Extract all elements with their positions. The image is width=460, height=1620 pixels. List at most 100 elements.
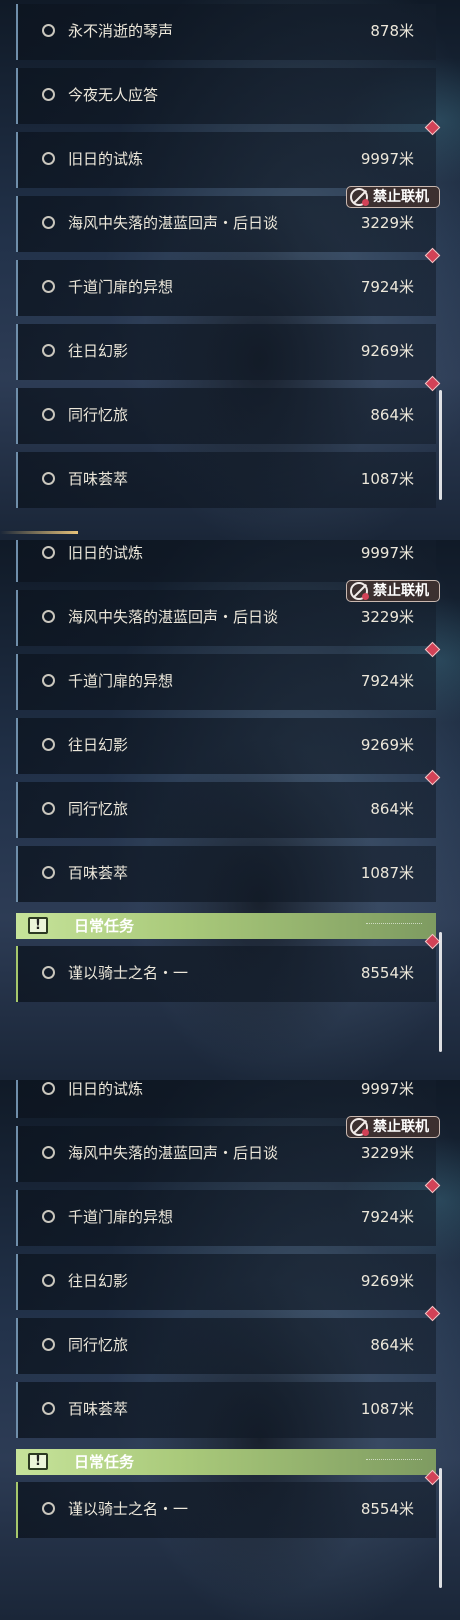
- quest-distance: 3229米: [360, 1144, 414, 1162]
- no-multiplayer-badge: 禁止联机: [346, 186, 440, 208]
- circle-icon: [42, 280, 55, 293]
- badge-label: 禁止联机: [373, 583, 429, 599]
- daily-quest-header[interactable]: ! 日常任务: [16, 913, 436, 939]
- quest-name: 往日幻影: [68, 342, 129, 360]
- quest-row[interactable]: 旧日的试炼 9997米: [16, 540, 436, 582]
- circle-icon: [42, 546, 55, 559]
- quest-name: 百味荟萃: [68, 1400, 129, 1418]
- circle-icon: [42, 802, 55, 815]
- selection-accent: [0, 531, 78, 534]
- quest-row[interactable]: 百味荟萃 1087米: [16, 1382, 436, 1438]
- quest-distance: 1087米: [360, 864, 414, 882]
- quest-row[interactable]: 千道门扉的异想 7924米: [16, 247, 441, 316]
- quest-distance: 9997米: [360, 544, 414, 562]
- circle-icon: [42, 1082, 55, 1095]
- quest-row[interactable]: 海风中失落的湛蓝回声・后日谈 3229米 禁止联机: [16, 580, 440, 646]
- quest-name: 旧日的试炼: [68, 1080, 144, 1098]
- quest-distance: 9997米: [360, 150, 414, 168]
- circle-icon: [42, 966, 55, 979]
- quest-name: 同行忆旅: [68, 1336, 129, 1354]
- quest-panel-1: 永不消逝的琴声 878米 今夜无人应答 旧日的试炼 9997米 海风中失落的湛蓝…: [0, 0, 460, 540]
- scrollbar[interactable]: [439, 1468, 442, 1588]
- circle-icon: [42, 1210, 55, 1223]
- quest-name: 同行忆旅: [68, 406, 129, 424]
- quest-distance: 8554米: [360, 1500, 414, 1518]
- quest-distance: 9269米: [360, 342, 414, 360]
- section-title: 日常任务: [74, 917, 135, 935]
- circle-icon: [42, 216, 55, 229]
- quest-distance: 3229米: [360, 214, 414, 232]
- quest-row[interactable]: 旧日的试炼 9997米: [16, 119, 441, 188]
- quest-name: 谨以骑士之名・一: [68, 1500, 189, 1518]
- quest-distance: 7924米: [360, 1208, 414, 1226]
- quest-name: 旧日的试炼: [68, 150, 144, 168]
- quest-distance: 878米: [370, 22, 414, 40]
- section-title: 日常任务: [74, 1453, 135, 1471]
- quest-name: 百味荟萃: [68, 864, 129, 882]
- quest-name: 海风中失落的湛蓝回声・后日谈: [68, 1144, 279, 1162]
- quest-row[interactable]: 往日幻影 9269米: [16, 324, 436, 380]
- quest-name: 同行忆旅: [68, 800, 129, 818]
- circle-icon: [42, 152, 55, 165]
- scrollbar[interactable]: [439, 390, 442, 500]
- badge-label: 禁止联机: [373, 1119, 429, 1135]
- quest-row[interactable]: 百味荟萃 1087米: [16, 452, 436, 508]
- daily-quest-row[interactable]: 谨以骑士之名・一 8554米: [16, 1469, 441, 1538]
- quest-name: 千道门扉的异想: [68, 672, 174, 690]
- quest-distance: 864米: [370, 1336, 414, 1354]
- circle-icon: [42, 1338, 55, 1351]
- header-decoration: [366, 923, 422, 928]
- quest-panel-3: 旧日的试炼 9997米 海风中失落的湛蓝回声・后日谈 3229米 禁止联机 千道…: [0, 1080, 460, 1620]
- circle-icon: [42, 24, 55, 37]
- quest-distance: 9269米: [360, 736, 414, 754]
- quest-row[interactable]: 往日幻影 9269米: [16, 718, 436, 774]
- circle-icon: [42, 408, 55, 421]
- quest-row[interactable]: 旧日的试炼 9997米: [16, 1080, 436, 1118]
- alert-dot-icon: [362, 593, 369, 600]
- quest-row[interactable]: 同行忆旅 864米: [16, 375, 441, 444]
- quest-row[interactable]: 今夜无人应答: [16, 68, 436, 124]
- quest-name: 千道门扉的异想: [68, 1208, 174, 1226]
- header-decoration: [366, 1459, 422, 1464]
- quest-row[interactable]: 千道门扉的异想 7924米: [16, 641, 441, 710]
- quest-name: 往日幻影: [68, 736, 129, 754]
- circle-icon: [42, 866, 55, 879]
- quest-row[interactable]: 百味荟萃 1087米: [16, 846, 436, 902]
- circle-icon: [42, 1274, 55, 1287]
- quest-name: 千道门扉的异想: [68, 278, 174, 296]
- quest-row[interactable]: 海风中失落的湛蓝回声・后日谈 3229米 禁止联机: [16, 186, 440, 252]
- quest-distance: 7924米: [360, 672, 414, 690]
- circle-icon: [42, 344, 55, 357]
- daily-quest-row[interactable]: 谨以骑士之名・一 8554米: [16, 933, 441, 1002]
- quest-row[interactable]: 海风中失落的湛蓝回声・后日谈 3229米 禁止联机: [16, 1116, 440, 1182]
- quest-name: 永不消逝的琴声: [68, 22, 174, 40]
- quest-row[interactable]: 往日幻影 9269米: [16, 1254, 436, 1310]
- circle-icon: [42, 1402, 55, 1415]
- daily-quest-header[interactable]: ! 日常任务: [16, 1449, 436, 1475]
- quest-row[interactable]: 同行忆旅 864米: [16, 769, 441, 838]
- quest-distance: 3229米: [360, 608, 414, 626]
- no-multiplayer-badge: 禁止联机: [346, 580, 440, 602]
- alert-dot-icon: [362, 199, 369, 206]
- quest-row[interactable]: 同行忆旅 864米: [16, 1305, 441, 1374]
- quest-panel-2: 旧日的试炼 9997米 海风中失落的湛蓝回声・后日谈 3229米 禁止联机 千道…: [0, 540, 460, 1080]
- quest-name: 海风中失落的湛蓝回声・后日谈: [68, 214, 279, 232]
- circle-icon: [42, 88, 55, 101]
- quest-distance: 1087米: [360, 470, 414, 488]
- quest-row[interactable]: 永不消逝的琴声 878米: [16, 4, 436, 60]
- quest-name: 往日幻影: [68, 1272, 129, 1290]
- quest-name: 旧日的试炼: [68, 544, 144, 562]
- exclamation-icon: !: [28, 1453, 48, 1470]
- scrollbar[interactable]: [439, 932, 442, 1052]
- circle-icon: [42, 674, 55, 687]
- quest-distance: 864米: [370, 406, 414, 424]
- quest-distance: 7924米: [360, 278, 414, 296]
- no-multiplayer-badge: 禁止联机: [346, 1116, 440, 1138]
- exclamation-icon: !: [28, 917, 48, 934]
- quest-row[interactable]: 千道门扉的异想 7924米: [16, 1177, 441, 1246]
- circle-icon: [42, 1146, 55, 1159]
- quest-name: 百味荟萃: [68, 470, 129, 488]
- quest-name: 今夜无人应答: [68, 86, 159, 104]
- circle-icon: [42, 738, 55, 751]
- circle-icon: [42, 610, 55, 623]
